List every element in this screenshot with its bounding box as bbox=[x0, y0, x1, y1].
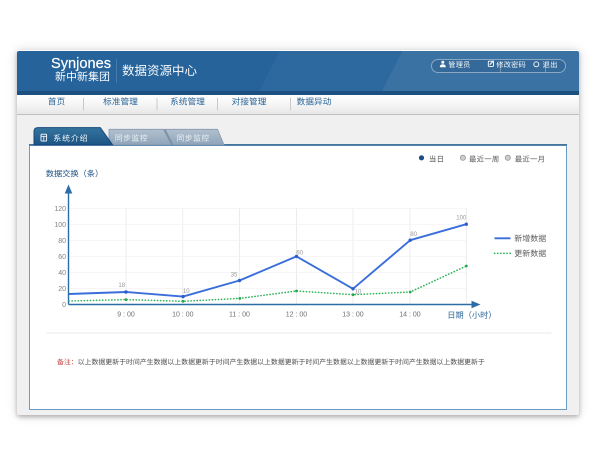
svg-text:14 : 00: 14 : 00 bbox=[399, 311, 421, 318]
svg-text:35: 35 bbox=[231, 272, 238, 279]
svg-text:9 : 00: 9 : 00 bbox=[117, 311, 135, 318]
svg-text:13 : 00: 13 : 00 bbox=[342, 311, 364, 318]
svg-text:11 : 00: 11 : 00 bbox=[229, 311, 250, 318]
svg-text:0: 0 bbox=[62, 302, 66, 309]
svg-text:20: 20 bbox=[58, 286, 66, 293]
svg-text:60: 60 bbox=[58, 254, 66, 261]
svg-text:80: 80 bbox=[58, 238, 66, 245]
svg-text:100: 100 bbox=[456, 214, 467, 221]
svg-text:120: 120 bbox=[54, 206, 66, 213]
svg-text:18: 18 bbox=[118, 282, 125, 289]
svg-text:40: 40 bbox=[58, 270, 66, 277]
svg-text:10 : 00: 10 : 00 bbox=[172, 311, 194, 318]
svg-text:10: 10 bbox=[183, 288, 190, 295]
svg-text:Synjones: Synjones bbox=[51, 56, 111, 72]
svg-text:80: 80 bbox=[410, 231, 417, 238]
svg-text:100: 100 bbox=[54, 222, 66, 229]
svg-text:10: 10 bbox=[355, 289, 362, 296]
svg-text:60: 60 bbox=[296, 250, 303, 257]
svg-text:12 : 00: 12 : 00 bbox=[286, 311, 308, 318]
